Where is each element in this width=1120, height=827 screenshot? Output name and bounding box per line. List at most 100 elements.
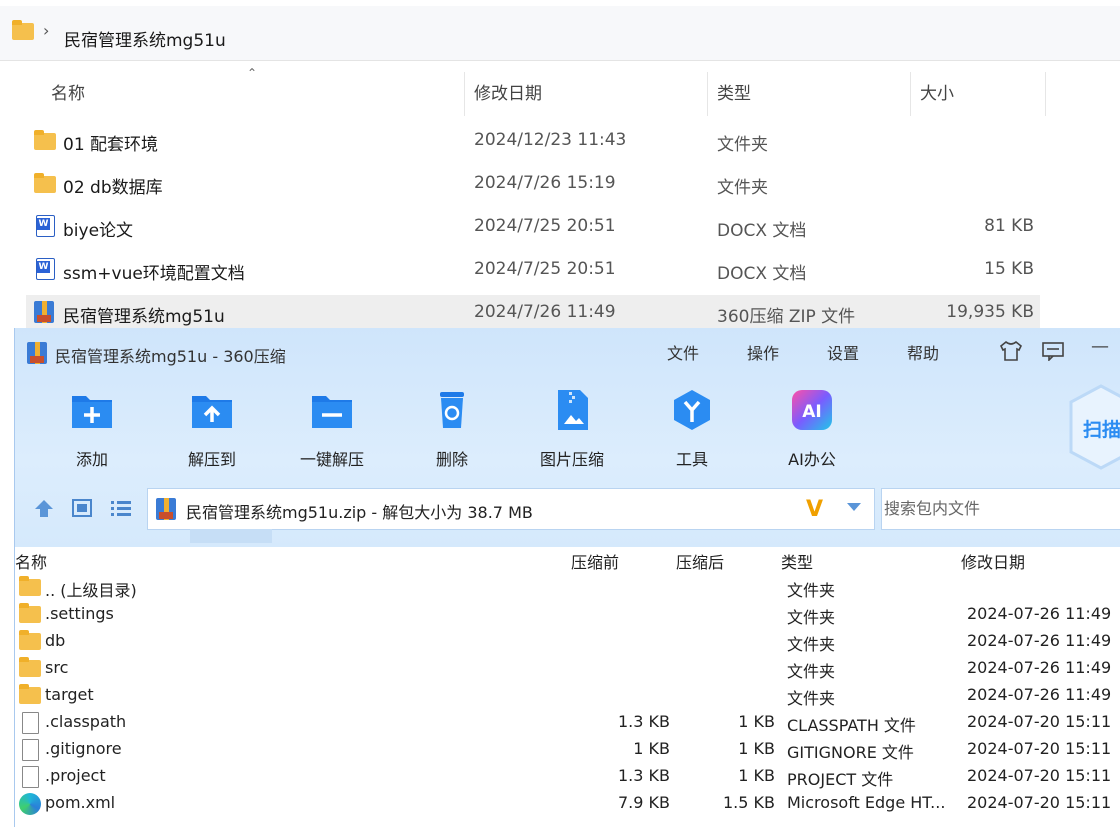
entry-size-after: 1 KB — [738, 739, 775, 758]
column-type[interactable]: 类型 — [781, 549, 813, 573]
archive-row[interactable]: .classpath 1.3 KB 1 KB CLASSPATH 文件 2024… — [15, 709, 1120, 736]
entry-size-before: 1.3 KB — [618, 712, 670, 731]
file-type: DOCX 文档 — [717, 264, 807, 284]
file-date: 2024/7/26 15:19 — [474, 173, 616, 193]
archive-path-bar[interactable]: 民宿管理系统mg51u.zip - 解包大小为 38.7 MB V — [147, 488, 875, 530]
entry-date: 2024-07-26 11:49 — [967, 604, 1112, 623]
add-button[interactable]: 添加 — [42, 388, 142, 478]
file-row[interactable]: W biye论文 2024/7/25 20:51 DOCX 文档 81 KB — [26, 209, 1040, 245]
column-divider[interactable] — [464, 72, 465, 116]
entry-name: .gitignore — [45, 739, 122, 758]
entry-name: .settings — [45, 604, 114, 623]
entry-name: db — [45, 631, 66, 650]
menu-operate[interactable]: 操作 — [747, 340, 779, 364]
column-before[interactable]: 压缩前 — [571, 549, 619, 573]
archive-row[interactable]: .project 1.3 KB 1 KB PROJECT 文件 2024-07-… — [15, 763, 1120, 790]
folder-icon — [19, 576, 41, 596]
thumbnail-view-icon[interactable] — [71, 498, 93, 522]
file-name: 02 db数据库 — [63, 178, 163, 198]
tool-label: 一键解压 — [299, 450, 364, 469]
entry-date: 2024-07-20 15:11 — [967, 766, 1112, 785]
folder-icon — [19, 630, 41, 650]
file-size: 81 KB — [984, 216, 1034, 236]
entry-date: 2024-07-20 15:11 — [967, 793, 1112, 812]
recycle-bin-icon — [430, 388, 474, 432]
column-date[interactable]: 修改日期 — [474, 72, 542, 116]
archive-row[interactable]: target 文件夹 2024-07-26 11:49 — [15, 682, 1120, 709]
archive-row[interactable]: .. (上级目录) 文件夹 — [15, 574, 1120, 601]
archive-row[interactable]: .gitignore 1 KB 1 KB GITIGNORE 文件 2024-0… — [15, 736, 1120, 763]
address-bar: › 民宿管理系统mg51u — [0, 6, 1120, 61]
ai-office-button[interactable]: AI AI办公 — [762, 388, 862, 478]
v-brand-icon[interactable]: V — [806, 497, 823, 522]
archive-row[interactable]: db 文件夹 2024-07-26 11:49 — [15, 628, 1120, 655]
one-click-extract-button[interactable]: 一键解压 — [282, 388, 382, 478]
entry-date: 2024-07-26 11:49 — [967, 685, 1112, 704]
file-date: 2024/7/25 20:51 — [474, 259, 616, 279]
archive-search-input[interactable] — [882, 489, 1120, 527]
entry-size-before: 1.3 KB — [618, 766, 670, 785]
file-name: ssm+vue环境配置文档 — [63, 264, 245, 284]
column-type[interactable]: 类型 — [717, 72, 751, 116]
column-divider[interactable] — [707, 72, 708, 116]
ai-office-icon: AI — [790, 388, 834, 432]
archive-search-field[interactable] — [881, 488, 1120, 530]
tool-label: 图片压缩 — [539, 450, 604, 469]
column-divider[interactable] — [910, 72, 911, 116]
archive-row[interactable]: .settings 文件夹 2024-07-26 11:49 — [15, 601, 1120, 628]
file-type: 360压缩 ZIP 文件 — [717, 307, 856, 327]
file-row[interactable]: 02 db数据库 2024/7/26 15:19 文件夹 — [26, 166, 1040, 202]
menu-settings[interactable]: 设置 — [827, 340, 859, 364]
entry-date: 2024-07-26 11:49 — [967, 631, 1112, 650]
file-row-selected[interactable]: 民宿管理系统mg51u 2024/7/26 11:49 360压缩 ZIP 文件… — [26, 295, 1040, 331]
list-view-icon[interactable] — [110, 499, 132, 521]
breadcrumb[interactable]: 民宿管理系统mg51u — [64, 26, 226, 51]
file-name: 民宿管理系统mg51u — [63, 307, 225, 327]
sort-up-icon: ⌃ — [247, 66, 258, 80]
zip-window: 民宿管理系统mg51u - 360压缩 文件 操作 设置 帮助 — 添加 解压到… — [14, 328, 1120, 827]
minimize-icon[interactable]: — — [1091, 336, 1109, 357]
delete-button[interactable]: 删除 — [402, 388, 502, 478]
tools-button[interactable]: 工具 — [642, 388, 742, 478]
menu-file[interactable]: 文件 — [667, 340, 699, 364]
column-name[interactable]: 名称 — [51, 72, 85, 116]
entry-name: .. (上级目录) — [45, 581, 137, 600]
column-date[interactable]: 修改日期 — [961, 549, 1025, 573]
dropdown-arrow-icon[interactable] — [845, 499, 863, 519]
entry-date: 2024-07-20 15:11 — [967, 739, 1112, 758]
entry-size-after: 1 KB — [738, 766, 775, 785]
file-row[interactable]: 01 配套环境 2024/12/23 11:43 文件夹 — [26, 123, 1040, 159]
file-icon — [22, 739, 39, 761]
entry-type: 文件夹 — [787, 635, 836, 654]
entry-date: 2024-07-20 15:11 — [967, 712, 1112, 731]
folder-icon — [19, 684, 41, 704]
column-after[interactable]: 压缩后 — [676, 549, 724, 573]
tool-label: 删除 — [435, 450, 468, 469]
archive-row[interactable]: pom.xml 7.9 KB 1.5 KB Microsoft Edge HT.… — [15, 790, 1120, 817]
tool-label: AI办公 — [788, 450, 836, 469]
column-name[interactable]: 名称 — [15, 549, 47, 573]
tool-label: 解压到 — [187, 450, 236, 469]
skin-icon[interactable] — [999, 340, 1023, 366]
image-compress-button[interactable]: 图片压缩 — [522, 388, 622, 478]
extract-to-button[interactable]: 解压到 — [162, 388, 262, 478]
add-folder-icon — [70, 388, 114, 432]
entry-size-after: 1.5 KB — [723, 793, 775, 812]
scan-badge[interactable]: 扫描 — [1067, 384, 1120, 470]
folder-icon — [19, 657, 41, 677]
one-click-extract-icon — [310, 388, 354, 432]
file-date: 2024/7/26 11:49 — [474, 302, 616, 322]
entry-name: pom.xml — [45, 793, 116, 812]
entry-type: PROJECT 文件 — [787, 770, 894, 789]
archive-row[interactable]: src 文件夹 2024-07-26 11:49 — [15, 655, 1120, 682]
edge-browser-icon — [19, 793, 41, 815]
archive-column-header: 名称 压缩前 压缩后 类型 修改日期 — [15, 547, 1120, 573]
window-title: 民宿管理系统mg51u - 360压缩 — [55, 347, 286, 366]
feedback-icon[interactable] — [1041, 341, 1065, 365]
column-divider[interactable] — [1045, 72, 1046, 116]
chevron-right-icon[interactable]: › — [43, 21, 49, 40]
menu-help[interactable]: 帮助 — [907, 340, 939, 364]
column-size[interactable]: 大小 — [920, 72, 954, 116]
file-row[interactable]: W ssm+vue环境配置文档 2024/7/25 20:51 DOCX 文档 … — [26, 252, 1040, 288]
up-level-icon[interactable] — [33, 498, 55, 522]
